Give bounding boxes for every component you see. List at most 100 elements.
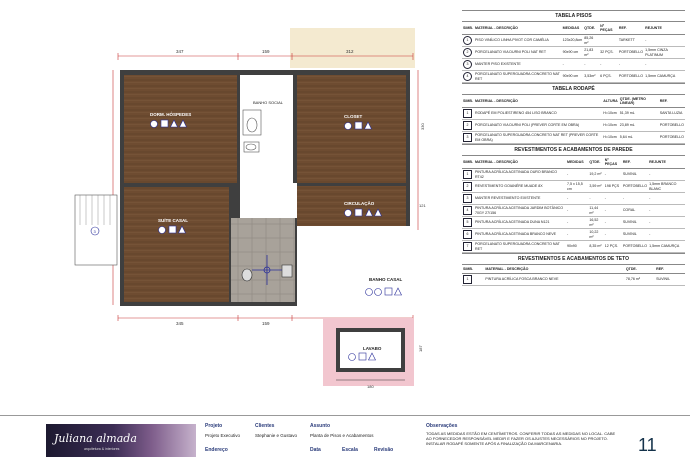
cell: 7,5 x 15,5 cm — [566, 180, 589, 193]
drawing-sheet: 347 159 312 345 159 225 225 413 121 333 … — [0, 0, 690, 458]
table-row: 3 MANTER REVESTIMENTO EXISTENTE - - - - … — [462, 192, 685, 205]
cell: PORCELANATO VIA DURNI POLI (PREVER CORTE… — [473, 119, 603, 132]
symbol-triangle: 7 — [463, 242, 472, 251]
cell: PINTURA ACRÍLICA ACETINADA OURO BRANCO R… — [473, 168, 567, 181]
table-row: 2 PORCELANATO VIA DURNI POLI (PREVER COR… — [462, 119, 685, 132]
cell: 11,44 m² — [588, 204, 604, 217]
cell: PINTURA ACRÍLICA ACETINADA BRANCO NEVE — [473, 228, 567, 241]
cell: 8,35 m² — [588, 240, 604, 253]
endereco-label: Endereço — [205, 447, 228, 453]
cell: PORTOBELLO — [617, 70, 645, 83]
table-row: 1 RODAPÉ EM POLIESTIRENO 454 LISO BRANCO… — [462, 107, 685, 120]
assunto-label: Assunto — [310, 423, 330, 429]
symbol-triangle: 3 — [463, 194, 472, 203]
cell: PORTOBELLO — [621, 180, 649, 193]
cell: H=10cm — [602, 131, 619, 144]
data-label: Data — [310, 447, 321, 453]
table-row: 7 PORCELANATO SUPERGUADRA CONCRETO NAT R… — [462, 240, 685, 253]
dim-bottom-2: 159 — [262, 321, 270, 326]
col-ref: REF. — [655, 265, 685, 274]
tabela-teto: SIMB. MATERIAL - DESCRIÇÃO QTDE. REF. 1 … — [462, 265, 685, 286]
dim-bottom-1: 345 — [176, 321, 184, 326]
cell: SANTA LUZIA — [658, 107, 685, 120]
cell: - — [566, 192, 589, 205]
cell: SUVINIL — [621, 168, 649, 181]
cell: - — [566, 216, 589, 229]
tabela-pisos: SIMB. MATERIAL - DESCRIÇÃO MEDIDAS QTDE.… — [462, 22, 685, 83]
cell: - — [648, 168, 685, 181]
label-banho-casal: BANHO CASAL — [369, 277, 403, 282]
observacoes-text: TODAS AS MEDIDAS ESTÃO EM CENTÍMETROS. C… — [426, 431, 616, 446]
label-banho-social: BANHO SOCIAL — [253, 100, 284, 105]
dim-top-2: 159 — [262, 49, 270, 54]
cell: - — [648, 204, 685, 217]
label-closet: CLOSET — [344, 114, 363, 119]
symbol-triangle: 2 — [463, 182, 472, 191]
cell: PORTOBELLO — [658, 119, 685, 132]
cell — [599, 34, 618, 47]
cell: 3,59 m² — [588, 180, 604, 193]
col-altura: ALTURA — [602, 95, 619, 108]
cell: - — [583, 58, 600, 71]
symbol-hexagon: 1 — [463, 109, 472, 118]
exterior-right — [297, 226, 410, 306]
cell: - — [588, 192, 604, 205]
label-suite-casal: SUÍTE CASAL — [158, 216, 188, 223]
cell: PORCELANATO VIA DURNI POLI NAT RET — [473, 46, 562, 59]
col-ref: REF. — [617, 22, 645, 35]
cell: MANTER REVESTIMENTO EXISTENTE — [473, 192, 567, 205]
table-row: 1 PISO VINÍLICO LINHA PIVOT COR CAMÉLIA … — [462, 34, 685, 47]
logo-subtitle: arquitetura & interiores — [84, 447, 120, 451]
table-row: 2 PORCELANATO VIA DURNI POLI NAT RET 90x… — [462, 46, 685, 59]
cell: PORCELANATO SUPERGUADRA CONCRETO NAT RET — [473, 240, 567, 253]
symbol-hexagon: 3 — [463, 133, 472, 142]
col-medidas: MEDIDAS — [561, 22, 584, 35]
marker-group-lavabo — [348, 352, 376, 361]
cell: 90x90 cm — [561, 70, 584, 83]
cell: - — [603, 216, 622, 229]
room-dorm-hospedes — [124, 75, 237, 183]
cell: SUVINIL — [621, 228, 649, 241]
symbol-triangle: 5 — [463, 218, 472, 227]
projeto-label: Projeto — [205, 423, 223, 429]
clientes-value: Stephanie e Gustavo — [255, 433, 298, 438]
cell: - — [648, 228, 685, 241]
cell: 1,5mm CAMURÇA — [644, 70, 685, 83]
clientes-label: Clientes — [255, 423, 275, 429]
table-row: 4 PORCELANATO SUPERGUADRA CONCRETO NAT R… — [462, 70, 685, 83]
cell: - — [566, 168, 589, 181]
cell: 19,2 m² — [588, 168, 604, 181]
cell: 51,39 mL — [618, 107, 659, 120]
cell: 3,53m² — [583, 70, 600, 83]
cell: REVESTIMENTO GOIANÉRE MUADE 8X — [473, 180, 567, 193]
cell: - — [603, 192, 622, 205]
cell: - — [603, 204, 622, 217]
cell: PISO VINÍLICO LINHA PIVOT COR CAMÉLIA — [473, 34, 562, 47]
logo-text: Juliana almada — [54, 432, 137, 445]
cell: 198 PÇS — [603, 180, 622, 193]
col-material: MATERIAL - DESCRIÇÃO — [473, 22, 562, 35]
cell: 1,5mm CAMURÇA — [648, 240, 685, 253]
room-suite-casal — [124, 187, 229, 302]
col-rejunte: REJUNTE — [648, 156, 685, 169]
marker-group-closet — [344, 121, 372, 130]
cell: - — [599, 58, 618, 71]
cell: MANTER PISO EXISTENTE — [473, 58, 562, 71]
cell: 16,52 m² — [588, 216, 604, 229]
revisao-label: Revisão — [374, 447, 394, 453]
cell: SUVINIL — [621, 216, 649, 229]
cell: 85,26 m² — [583, 34, 600, 47]
col-material: MATERIAL - DESCRIÇÃO — [484, 265, 625, 274]
tabela-parede-title: REVESTIMENTOS E ACABAMENTOS DE PAREDE — [462, 144, 685, 156]
tabela-pisos-title: TABELA PISOS — [462, 10, 685, 22]
symbol-hexagon: 2 — [463, 121, 472, 130]
table-row: 4 PINTURA ACRÍLICA ACETINADA JARDIM BOTÂ… — [462, 204, 685, 217]
col-ref: REF. — [621, 156, 649, 169]
cell: TARKETT — [617, 34, 645, 47]
col-qtde: QTDE. — [588, 156, 604, 169]
cell: PORTOBELLO — [658, 131, 685, 144]
spec-tables: TABELA PISOS SIMB. MATERIAL - DESCRIÇÃO … — [462, 10, 685, 286]
symbol-triangle: 6 — [463, 230, 472, 239]
symbol-circle: 1 — [463, 36, 472, 45]
cell: 1,5mm CINZA PLATINUM — [644, 46, 685, 59]
